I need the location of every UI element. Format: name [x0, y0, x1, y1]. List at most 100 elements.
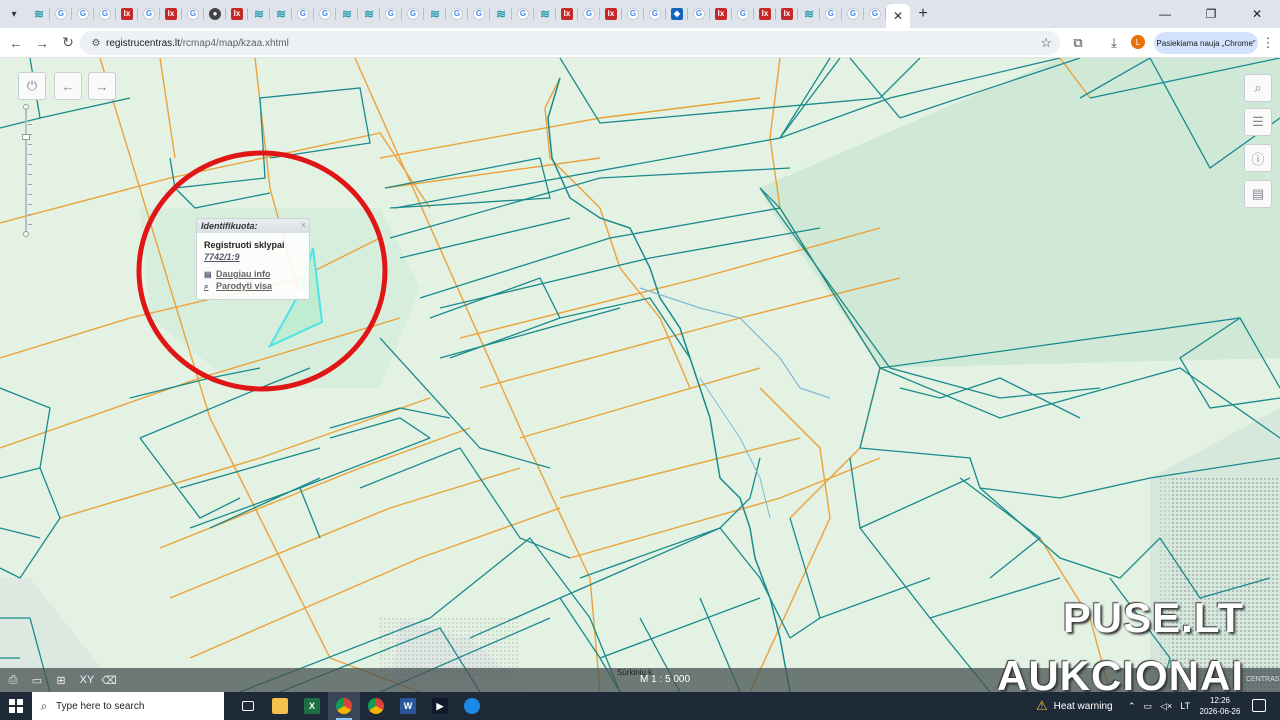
browser-tab[interactable]: G [402, 0, 424, 28]
zoom-out-knob[interactable] [23, 231, 29, 237]
map-search-button[interactable]: ⌕ [1244, 74, 1272, 102]
forward-button[interactable]: → [30, 31, 54, 55]
browser-tab[interactable]: lx [710, 0, 732, 28]
browser-tab[interactable]: G [138, 0, 160, 28]
browser-tab[interactable]: G [688, 0, 710, 28]
browser-tab[interactable]: G [446, 0, 468, 28]
network-icon[interactable]: ▭ [1144, 701, 1153, 712]
legend-button[interactable]: ▤ [1244, 180, 1272, 208]
extensions-icon[interactable]: ⧉ [1068, 31, 1088, 55]
weather-widget[interactable]: ⚠ Heat warning [1036, 692, 1113, 720]
zoom-slider[interactable] [20, 104, 32, 240]
browser-tab[interactable]: G [820, 0, 842, 28]
browser-tab[interactable]: lx [754, 0, 776, 28]
chrome-button[interactable] [328, 692, 360, 720]
browser-tab[interactable]: ≋ [270, 0, 292, 28]
eraser-icon[interactable]: ⌫ [100, 672, 118, 688]
tab-favicon-icon: G [143, 8, 155, 20]
address-bar[interactable]: ⚙ registrucentras.lt/rcmap4/map/kzaa.xht… [80, 31, 1060, 55]
browser-tab[interactable]: ≋ [248, 0, 270, 28]
start-button[interactable] [0, 692, 32, 720]
browser-tab[interactable]: G [182, 0, 204, 28]
downloads-icon[interactable]: ⤓ [1104, 31, 1124, 55]
browser-tab[interactable]: lx [160, 0, 182, 28]
tab-favicon-icon: lx [781, 8, 793, 20]
browser-tab[interactable]: G [512, 0, 534, 28]
restore-button[interactable]: ❐ [1188, 0, 1234, 28]
map-back-button[interactable]: ← [54, 72, 82, 100]
task-view-button[interactable] [232, 692, 264, 720]
volume-icon[interactable]: ◁× [1160, 701, 1172, 712]
add-document-icon[interactable]: ⊞ [52, 672, 70, 688]
browser-tab[interactable]: G [644, 0, 666, 28]
browser-tab[interactable]: lx [556, 0, 578, 28]
profile-avatar[interactable]: L [1131, 35, 1145, 49]
print-icon[interactable]: ⎙ [4, 672, 22, 688]
chrome-update-button[interactable]: Pasiekiama nauja „Chrome“ [1154, 32, 1258, 54]
chrome-menu-icon[interactable]: ⋮ [1260, 32, 1276, 54]
excel-button[interactable]: X [296, 692, 328, 720]
browser-tab[interactable]: G [94, 0, 116, 28]
browser-tab[interactable]: ≋ [490, 0, 512, 28]
zoom-thumb[interactable] [22, 134, 30, 140]
close-window-button[interactable]: ✕ [1234, 0, 1280, 28]
new-tab-button[interactable]: + [910, 0, 936, 28]
browser-tab[interactable]: lx [226, 0, 248, 28]
map-forward-button[interactable]: → [88, 72, 116, 100]
tab-search-button[interactable]: ▾ [0, 0, 28, 28]
browser-tab[interactable]: G [578, 0, 600, 28]
browser-tab[interactable]: ≋ [28, 0, 50, 28]
edge-button[interactable] [456, 692, 488, 720]
browser-tab[interactable]: G [380, 0, 402, 28]
browser-tab[interactable]: G [732, 0, 754, 28]
browser-tab[interactable]: G [314, 0, 336, 28]
word-button[interactable]: W [392, 692, 424, 720]
browser-tab[interactable]: ≋ [424, 0, 446, 28]
browser-tab[interactable]: lx [776, 0, 798, 28]
browser-tab[interactable]: ≋ [798, 0, 820, 28]
popup-close-icon[interactable]: × [301, 220, 306, 230]
clock[interactable]: 12:26 2026-06-26 [1196, 695, 1244, 717]
browser-tab[interactable]: lx [600, 0, 622, 28]
minimize-button[interactable]: — [1142, 0, 1188, 28]
browser-tab[interactable]: G [622, 0, 644, 28]
browser-tab[interactable]: ≋ [358, 0, 380, 28]
back-button[interactable]: ← [4, 31, 28, 55]
tab-favicon-icon: G [451, 8, 463, 20]
show-all-link[interactable]: ⌕ Parodyti visa [204, 281, 272, 291]
power-button[interactable]: ⏻ [18, 72, 46, 100]
active-tab[interactable]: ✕ [886, 4, 910, 28]
browser-tab[interactable]: ● [204, 0, 226, 28]
notification-icon[interactable] [1252, 699, 1266, 712]
parcel-id-link[interactable]: 7742/1:9 [204, 252, 240, 262]
info-button[interactable]: ⓘ [1244, 144, 1272, 172]
browser-tab[interactable]: ≋ [534, 0, 556, 28]
media-app-button[interactable]: ▶ [424, 692, 456, 720]
browser-tab[interactable]: G [842, 0, 864, 28]
ruler-icon[interactable]: ▭ [28, 672, 46, 688]
bookmark-star-icon[interactable]: ☆ [1040, 35, 1052, 51]
site-info-icon[interactable]: ⚙ [86, 38, 106, 49]
map-viewport[interactable]: ⏻ ← → ⌕ ☰ ⓘ ▤ Identifikuota: × Registruo… [0, 58, 1280, 692]
layers-button[interactable]: ☰ [1244, 108, 1272, 136]
taskbar-search[interactable]: ⌕ Type here to search [32, 692, 224, 720]
close-tab-icon[interactable]: ✕ [893, 9, 903, 23]
browser-tab[interactable]: G [50, 0, 72, 28]
browser-tab[interactable]: G [864, 0, 886, 28]
browser-tab[interactable]: G [72, 0, 94, 28]
tab-favicon-icon: lx [715, 8, 727, 20]
browser-tab[interactable]: ≋ [336, 0, 358, 28]
xy-coordinates-icon[interactable]: XY [78, 672, 96, 688]
browser-tab[interactable]: G [468, 0, 490, 28]
more-info-link[interactable]: ▤ Daugiau info [204, 269, 271, 279]
language-indicator[interactable]: LT [1180, 701, 1190, 711]
chevron-up-icon[interactable]: ⌃ [1128, 701, 1136, 712]
browser-tab[interactable]: ◆ [666, 0, 688, 28]
reload-button[interactable]: ↻ [56, 31, 80, 55]
browser-tab[interactable]: G [292, 0, 314, 28]
file-explorer-button[interactable] [264, 692, 296, 720]
registrucentras-logo-text: CENTRAS [1246, 676, 1280, 683]
tab-favicon-icon: ≋ [275, 7, 287, 21]
chrome-button-2[interactable] [360, 692, 392, 720]
browser-tab[interactable]: lx [116, 0, 138, 28]
